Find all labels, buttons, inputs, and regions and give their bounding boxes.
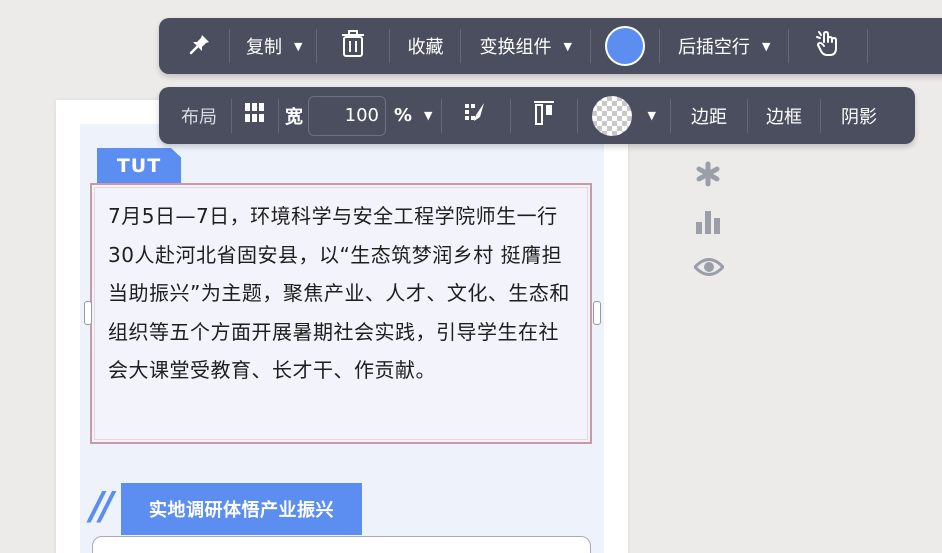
- align-top-button[interactable]: [511, 87, 577, 144]
- asterisk-icon[interactable]: [694, 161, 722, 187]
- shadow-button[interactable]: 阴影: [821, 87, 897, 144]
- format-brush-icon: [464, 101, 488, 130]
- selected-text-block[interactable]: 7月5日—7日，环境科学与安全工程学院师生一行30人赴河北省固安县，以“生态筑梦…: [90, 183, 592, 444]
- align-top-icon: [532, 100, 556, 131]
- chevron-down-icon[interactable]: ▼: [648, 109, 656, 122]
- margin-button[interactable]: 边距: [671, 87, 747, 144]
- pin-button[interactable]: [159, 18, 229, 74]
- section-title: 实地调研体悟产业振兴: [121, 483, 362, 535]
- width-unit-select[interactable]: % ▼: [386, 87, 441, 144]
- unit-label: %: [394, 105, 413, 126]
- grid-icon: [245, 103, 265, 128]
- background-color-button[interactable]: ▼: [578, 87, 670, 144]
- border-button[interactable]: 边框: [748, 87, 820, 144]
- insert-label: 后插空行: [677, 37, 750, 58]
- insert-empty-line-button[interactable]: 后插空行 ▼: [660, 18, 788, 74]
- grid-layout-button[interactable]: [232, 87, 278, 144]
- section-slash-decoration: //: [90, 484, 114, 528]
- layout-label: 布局: [181, 106, 217, 128]
- touch-hand-icon: [815, 30, 841, 63]
- resize-handle-right[interactable]: [593, 301, 601, 325]
- delete-button[interactable]: [317, 18, 389, 74]
- width-input[interactable]: 100: [308, 95, 386, 136]
- pin-icon: [189, 33, 211, 60]
- transform-component-button[interactable]: 变换组件 ▼: [461, 18, 589, 74]
- layout-toolbar: 布局 宽 100 % ▼ ▼ 边距 边框 阴影: [159, 87, 915, 144]
- transform-label: 变换组件: [479, 37, 552, 58]
- chevron-down-icon[interactable]: ▼: [563, 40, 571, 53]
- touch-button[interactable]: [789, 18, 867, 74]
- color-swatch: [604, 26, 645, 66]
- component-toolbar: 复制 ▼ 收藏 变换组件 ▼ 后插空行 ▼: [159, 18, 942, 74]
- copy-button[interactable]: 复制 ▼: [230, 18, 316, 74]
- resize-handle-left[interactable]: [84, 301, 92, 325]
- transparent-swatch: [591, 95, 632, 136]
- next-content-box[interactable]: [92, 536, 591, 553]
- bar-chart-icon[interactable]: [694, 209, 722, 235]
- paragraph-text[interactable]: 7月5日—7日，环境科学与安全工程学院师生一行30人赴河北省固安县，以“生态筑梦…: [108, 197, 576, 390]
- copy-label: 复制: [246, 37, 282, 58]
- chevron-down-icon[interactable]: ▼: [424, 109, 432, 122]
- eye-icon[interactable]: [694, 254, 724, 280]
- color-picker-button[interactable]: [591, 18, 659, 74]
- tut-badge: TUT: [97, 148, 181, 184]
- trash-icon: [341, 29, 365, 63]
- chevron-down-icon[interactable]: ▼: [762, 40, 770, 53]
- format-brush-button[interactable]: [442, 87, 510, 144]
- toolbar-separator: [867, 29, 869, 63]
- chevron-down-icon[interactable]: ▼: [294, 40, 302, 53]
- width-label: 宽: [285, 106, 303, 128]
- collect-button[interactable]: 收藏: [390, 18, 460, 74]
